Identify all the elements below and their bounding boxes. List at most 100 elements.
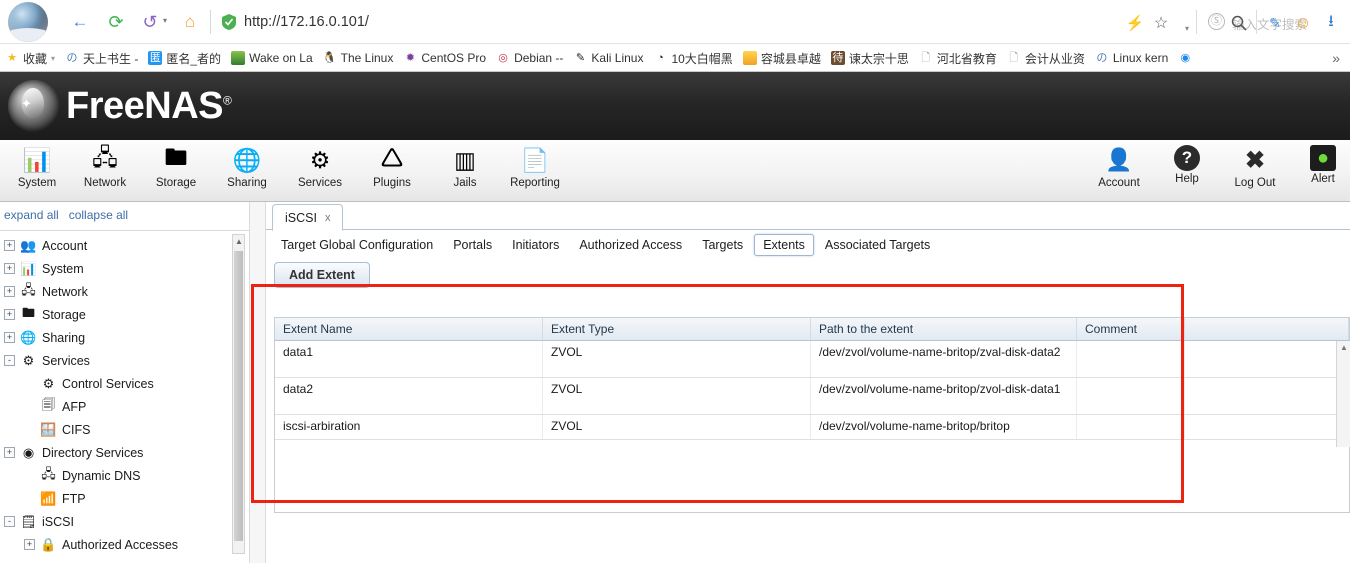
bookmark-item-0[interactable]: ★ 收藏 ▾ bbox=[0, 44, 60, 71]
toolbar-item-label: Jails bbox=[453, 177, 477, 189]
search-icon[interactable] bbox=[1228, 12, 1250, 34]
expand-toggle-icon[interactable]: + bbox=[4, 332, 15, 343]
chevron-down-icon[interactable]: ▾ bbox=[160, 15, 170, 25]
table-row[interactable]: iscsi-arbiration ZVOL/dev/zvol/volume-nam… bbox=[275, 415, 1349, 440]
sidebar-item-iscsi[interactable]: - 🗒 iSCSI bbox=[0, 510, 250, 533]
scroll-up-icon[interactable]: ▲ bbox=[235, 237, 243, 246]
sidebar-item-control-services[interactable]: ⚙ Control Services bbox=[0, 372, 250, 395]
panel-splitter[interactable] bbox=[250, 202, 266, 563]
toolbar-item-help[interactable]: ? Help bbox=[1150, 145, 1224, 199]
reload-icon[interactable]: ⟳ bbox=[102, 8, 130, 36]
expand-toggle-icon[interactable]: + bbox=[24, 539, 35, 550]
sub-tab-portals[interactable]: Portals bbox=[444, 234, 501, 256]
toolbar-item-reporting[interactable]: 📄 Reporting bbox=[498, 145, 572, 199]
bookmark-item-5[interactable]: ✹ CentOS Pro bbox=[398, 44, 491, 71]
toolbar-item-storage[interactable]: 🖿 Storage bbox=[139, 144, 213, 199]
toolbar-item-system[interactable]: 📊 System bbox=[0, 145, 74, 199]
sidebar-item-dynamic-dns[interactable]: 🖧 Dynamic DNS bbox=[0, 464, 250, 487]
toolbar-item-services[interactable]: ⚙ Services bbox=[283, 145, 357, 199]
sub-tab-associated-targets[interactable]: Associated Targets bbox=[816, 234, 939, 256]
cell-name: data1 bbox=[275, 341, 543, 377]
toolbar-item-label: Plugins bbox=[373, 177, 411, 189]
chevron-down-icon[interactable]: ▾ bbox=[51, 54, 55, 63]
sub-tab-target-global-configuration[interactable]: Target Global Configuration bbox=[272, 234, 442, 256]
column-header-extent-type[interactable]: Extent Type bbox=[543, 318, 811, 340]
bookmark-item-7[interactable]: ✎ Kali Linux bbox=[568, 44, 648, 71]
sidebar-item-label: Dynamic DNS bbox=[62, 468, 141, 483]
sidebar-item-system[interactable]: + 📊 System bbox=[0, 257, 250, 280]
eraser-icon[interactable]: ✎ bbox=[1264, 12, 1286, 34]
bookmark-item-9[interactable]: 容城县卓越 bbox=[738, 44, 826, 71]
toolbar-item-log-out[interactable]: ✖ Log Out bbox=[1218, 145, 1292, 199]
collapse-toggle-icon[interactable]: - bbox=[4, 516, 15, 527]
expand-all-link[interactable]: expand all bbox=[4, 208, 59, 222]
table-row[interactable]: data2 ZVOL/dev/zvol/volume-name-britop/zv… bbox=[275, 378, 1349, 415]
sub-tab-initiators[interactable]: Initiators bbox=[503, 234, 568, 256]
expand-toggle-icon[interactable]: + bbox=[4, 309, 15, 320]
sidebar-item-services[interactable]: - ⚙ Services bbox=[0, 349, 250, 372]
download-icon[interactable]: ⭳ bbox=[1320, 12, 1342, 34]
toolbar-item-sharing[interactable]: 🌐 Sharing bbox=[210, 145, 284, 199]
column-header-extent-name[interactable]: Extent Name bbox=[275, 318, 543, 340]
bookmark-star-icon[interactable]: ☆ bbox=[1150, 12, 1172, 34]
sidebar-item-storage[interactable]: + 🖿 Storage bbox=[0, 303, 250, 326]
grid-scroll-up-icon[interactable]: ▲ bbox=[1340, 343, 1348, 352]
collapse-toggle-icon[interactable]: - bbox=[4, 355, 15, 366]
smiley-icon[interactable]: ☺ bbox=[1292, 12, 1314, 34]
bookmark-item-1[interactable]: の天上书生 - bbox=[60, 44, 143, 71]
browser-avatar-icon[interactable] bbox=[8, 2, 48, 42]
omnibox-divider bbox=[210, 10, 211, 34]
expand-toggle-icon[interactable]: + bbox=[4, 263, 15, 274]
column-header-blank[interactable] bbox=[1185, 318, 1349, 340]
bookmarks-bar: ★ 收藏 ▾ の天上书生 - 匿匿名_者的 Wake on La 🐧 The Linux ✹ Ce… bbox=[0, 44, 1350, 72]
bookmark-item-10[interactable]: 待谏太宗十思 bbox=[826, 44, 914, 71]
toolbar-item-jails[interactable]: ▥ Jails bbox=[428, 145, 502, 199]
expand-toggle-icon[interactable]: + bbox=[4, 447, 15, 458]
sidebar-item-directory-services[interactable]: + ◉ Directory Services bbox=[0, 441, 250, 464]
back-icon[interactable]: ← bbox=[66, 8, 94, 36]
toolbar-item-network[interactable]: 🖧 Network bbox=[68, 144, 142, 199]
sidebar-scrollbar[interactable]: ▲ bbox=[232, 234, 245, 554]
bookmark-item-8[interactable]: ◔ 10大白帽黑 bbox=[648, 44, 737, 71]
sub-tab-authorized-access[interactable]: Authorized Access bbox=[570, 234, 691, 256]
bookmark-item-2[interactable]: 匿匿名_者的 bbox=[143, 44, 226, 71]
chevron-down-icon-2[interactable]: ▾ bbox=[1176, 17, 1198, 39]
bookmark-item-4[interactable]: 🐧 The Linux bbox=[318, 44, 399, 71]
tab-iscsi[interactable]: iSCSI x bbox=[272, 204, 344, 231]
expand-toggle-icon[interactable]: + bbox=[4, 286, 15, 297]
add-extent-button[interactable]: Add Extent bbox=[274, 262, 370, 288]
sidebar-item-cifs[interactable]: 🪟 CIFS bbox=[0, 418, 250, 441]
grid-scrollbar[interactable]: ▲ bbox=[1336, 341, 1350, 447]
sidebar-item-sharing[interactable]: + 🌐 Sharing bbox=[0, 326, 250, 349]
bookmark-item-13[interactable]: の Linux kern bbox=[1090, 44, 1173, 71]
bookmarks-overflow-icon[interactable]: » bbox=[1326, 44, 1346, 71]
close-icon[interactable]: x bbox=[325, 212, 331, 224]
toolbar-item-alert[interactable]: ● Alert bbox=[1286, 145, 1350, 199]
column-header-comment[interactable]: Comment bbox=[1077, 318, 1185, 340]
tree-controls: expand all collapse all bbox=[4, 208, 138, 222]
search-engine-icon[interactable]: Ⓢ bbox=[1208, 13, 1225, 30]
bookmark-item-3[interactable]: Wake on La bbox=[226, 44, 318, 71]
bookmark-item-11[interactable]: 🗋 河北省教育 bbox=[914, 44, 1002, 71]
address-bar-url[interactable]: http://172.16.0.101/ bbox=[244, 12, 369, 32]
scrollbar-thumb[interactable] bbox=[234, 251, 243, 541]
toolbar-item-account[interactable]: 👤 Account bbox=[1082, 145, 1156, 199]
toolbar-item-plugins[interactable]: 🛆 Plugins bbox=[355, 144, 429, 199]
sidebar-item-afp[interactable]: 🗐 AFP bbox=[0, 395, 250, 418]
bookmark-item-14[interactable]: ◉ bbox=[1173, 44, 1201, 71]
expand-toggle-icon[interactable]: + bbox=[4, 240, 15, 251]
bookmark-item-6[interactable]: ◎ Debian -- bbox=[491, 44, 568, 71]
sub-tab-extents[interactable]: Extents bbox=[754, 233, 814, 256]
lightning-icon[interactable]: ⚡ bbox=[1124, 12, 1146, 34]
home-icon[interactable]: ⌂ bbox=[176, 8, 204, 36]
table-row[interactable]: data1 ZVOL/dev/zvol/volume-name-britop/zv… bbox=[275, 341, 1349, 378]
column-header-path-to-the-extent[interactable]: Path to the extent bbox=[811, 318, 1077, 340]
sidebar-item-network[interactable]: + 🖧 Network bbox=[0, 280, 250, 303]
collapse-all-link[interactable]: collapse all bbox=[69, 208, 128, 222]
content-area: expand all collapse all + 👥 Account + 📊 System… bbox=[0, 202, 1350, 563]
sub-tab-targets[interactable]: Targets bbox=[693, 234, 752, 256]
sidebar-item-account[interactable]: + 👥 Account bbox=[0, 234, 250, 257]
bookmark-item-12[interactable]: 🗋 会计从业资 bbox=[1002, 44, 1090, 71]
sidebar-item-ftp[interactable]: 📶 FTP bbox=[0, 487, 250, 510]
sidebar-item-authorized-accesses[interactable]: + 🔒 Authorized Accesses bbox=[0, 533, 250, 556]
